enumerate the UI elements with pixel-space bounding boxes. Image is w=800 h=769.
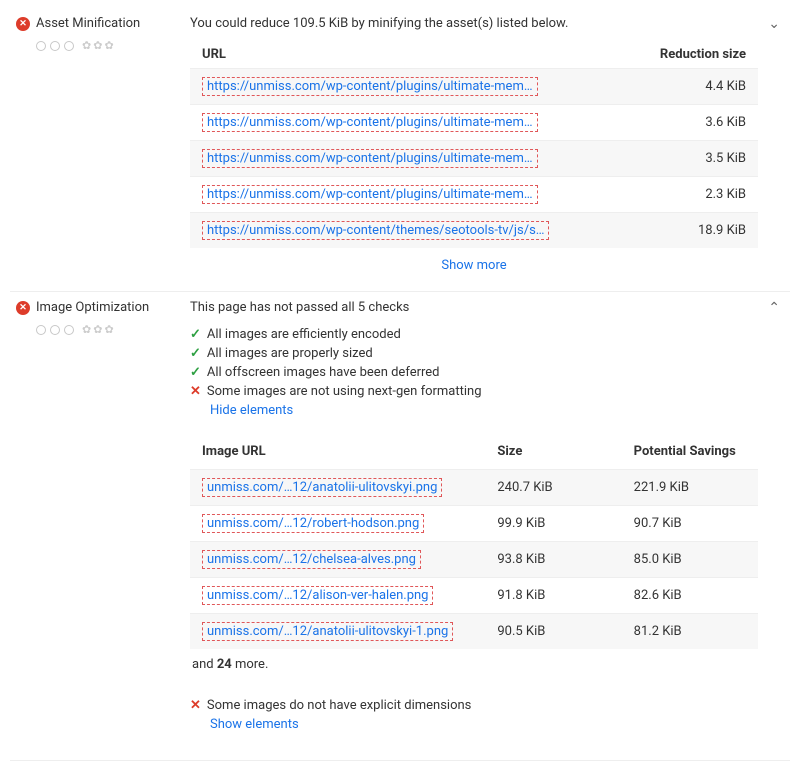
bottom-check-group: ✕ Some images do not have explicit dimen… bbox=[190, 696, 758, 742]
image-url-link[interactable]: unmiss.com/…12/anatolii-ulitovskyi-1.png bbox=[202, 622, 453, 641]
size-value: 240.7 KiB bbox=[485, 470, 621, 506]
gear-icon: ✿ bbox=[104, 39, 113, 52]
asset-url-link[interactable]: https://unmiss.com/wp-content/themes/seo… bbox=[202, 221, 549, 240]
status-dots bbox=[36, 41, 74, 51]
url-header: URL bbox=[190, 41, 606, 69]
x-icon: ✕ bbox=[190, 698, 201, 713]
dot-icon bbox=[50, 325, 60, 335]
gear-icon: ✿ bbox=[93, 323, 102, 336]
gear-group: ✿ ✿ ✿ bbox=[82, 39, 114, 52]
size-header: Size bbox=[485, 434, 621, 470]
error-status-icon: ✕ bbox=[16, 301, 30, 315]
error-status-icon: ✕ bbox=[16, 17, 30, 31]
summary-text: This page has not passed all 5 checks bbox=[190, 300, 758, 315]
table-row: unmiss.com/…12/anatolii-ulitovskyi-1.png… bbox=[190, 614, 758, 650]
check-icon: ✓ bbox=[190, 365, 201, 380]
table-row: unmiss.com/…12/anatolii-ulitovskyi.png 2… bbox=[190, 470, 758, 506]
table-row: unmiss.com/…12/chelsea-alves.png 93.8 Ki… bbox=[190, 542, 758, 578]
left-column: ✕ Image Optimization ✿ ✿ ✿ bbox=[10, 300, 190, 336]
dot-icon bbox=[64, 41, 74, 51]
right-column: You could reduce 109.5 KiB by minifying … bbox=[190, 16, 790, 273]
image-url-header: Image URL bbox=[190, 434, 485, 470]
table-row: https://unmiss.com/wp-content/plugins/ul… bbox=[190, 105, 758, 141]
check-text: All images are properly sized bbox=[207, 346, 373, 361]
check-item: ✓ All images are efficiently encoded bbox=[190, 325, 758, 344]
gear-icon: ✿ bbox=[82, 323, 91, 336]
image-table: Image URL Size Potential Savings unmiss.… bbox=[190, 434, 758, 649]
reduction-value: 3.6 KiB bbox=[606, 105, 758, 141]
check-text: Some images do not have explicit dimensi… bbox=[207, 698, 471, 713]
check-text: Some images are not using next-gen forma… bbox=[207, 384, 482, 399]
savings-value: 82.6 KiB bbox=[622, 578, 758, 614]
check-item: ✓ All images are properly sized bbox=[190, 344, 758, 363]
chevron-down-icon[interactable]: ⌄ bbox=[768, 16, 780, 32]
chevron-up-icon[interactable]: ⌃ bbox=[768, 300, 780, 316]
image-url-link[interactable]: unmiss.com/…12/anatolii-ulitovskyi.png bbox=[202, 478, 442, 497]
show-elements-link[interactable]: Show elements bbox=[210, 715, 758, 742]
savings-value: 81.2 KiB bbox=[622, 614, 758, 650]
status-dots bbox=[36, 325, 74, 335]
check-item: ✕ Some images are not using next-gen for… bbox=[190, 382, 758, 401]
savings-value: 221.9 KiB bbox=[622, 470, 758, 506]
savings-header: Potential Savings bbox=[622, 434, 758, 470]
reduction-value: 18.9 KiB bbox=[606, 213, 758, 249]
savings-value: 85.0 KiB bbox=[622, 542, 758, 578]
savings-value: 90.7 KiB bbox=[622, 506, 758, 542]
show-more-link[interactable]: Show more bbox=[190, 248, 758, 273]
dot-icon bbox=[36, 41, 46, 51]
size-value: 93.8 KiB bbox=[485, 542, 621, 578]
and-more-count: 24 bbox=[217, 657, 232, 672]
and-more-text: and 24 more. bbox=[190, 649, 758, 680]
image-url-link[interactable]: unmiss.com/…12/chelsea-alves.png bbox=[202, 550, 421, 569]
hide-elements-link[interactable]: Hide elements bbox=[210, 401, 758, 428]
dot-icon bbox=[36, 325, 46, 335]
check-item: ✕ Some images do not have explicit dimen… bbox=[190, 696, 758, 715]
image-optimization-section: ✕ Image Optimization ✿ ✿ ✿ This page has… bbox=[10, 292, 790, 761]
checks-list: ✓ All images are efficiently encoded ✓ A… bbox=[190, 325, 758, 428]
and-more-suffix: more. bbox=[232, 657, 269, 672]
left-column: ✕ Asset Minification ✿ ✿ ✿ bbox=[10, 16, 190, 52]
table-row: https://unmiss.com/wp-content/plugins/ul… bbox=[190, 177, 758, 213]
check-item: ✓ All offscreen images have been deferre… bbox=[190, 363, 758, 382]
size-value: 99.9 KiB bbox=[485, 506, 621, 542]
section-title: Asset Minification bbox=[36, 16, 140, 31]
table-row: https://unmiss.com/wp-content/themes/seo… bbox=[190, 213, 758, 249]
check-icon: ✓ bbox=[190, 346, 201, 361]
gear-icon: ✿ bbox=[104, 323, 113, 336]
image-url-link[interactable]: unmiss.com/…12/alison-ver-halen.png bbox=[202, 586, 433, 605]
asset-url-link[interactable]: https://unmiss.com/wp-content/plugins/ul… bbox=[202, 77, 538, 96]
section-header: ✕ Image Optimization bbox=[16, 300, 174, 315]
x-icon: ✕ bbox=[190, 384, 201, 399]
asset-minification-section: ✕ Asset Minification ✿ ✿ ✿ You could red… bbox=[10, 8, 790, 292]
reduction-header: Reduction size bbox=[606, 41, 758, 69]
and-more-prefix: and bbox=[192, 657, 217, 672]
gear-group: ✿ ✿ ✿ bbox=[82, 323, 114, 336]
table-row: unmiss.com/…12/alison-ver-halen.png 91.8… bbox=[190, 578, 758, 614]
check-text: All images are efficiently encoded bbox=[207, 327, 401, 342]
table-row: https://unmiss.com/wp-content/plugins/ul… bbox=[190, 141, 758, 177]
asset-url-link[interactable]: https://unmiss.com/wp-content/plugins/ul… bbox=[202, 185, 538, 204]
dot-icon bbox=[50, 41, 60, 51]
table-row: unmiss.com/…12/robert-hodson.png 99.9 Ki… bbox=[190, 506, 758, 542]
dot-icon bbox=[64, 325, 74, 335]
table-row: https://unmiss.com/wp-content/plugins/ul… bbox=[190, 69, 758, 105]
size-value: 90.5 KiB bbox=[485, 614, 621, 650]
minification-table: URL Reduction size https://unmiss.com/wp… bbox=[190, 41, 758, 248]
section-header: ✕ Asset Minification bbox=[16, 16, 174, 31]
section-title: Image Optimization bbox=[36, 300, 149, 315]
gear-icon: ✿ bbox=[93, 39, 102, 52]
summary-text: You could reduce 109.5 KiB by minifying … bbox=[190, 16, 758, 31]
reduction-value: 4.4 KiB bbox=[606, 69, 758, 105]
asset-url-link[interactable]: https://unmiss.com/wp-content/plugins/ul… bbox=[202, 113, 538, 132]
reduction-value: 2.3 KiB bbox=[606, 177, 758, 213]
right-column: This page has not passed all 5 checks ✓ … bbox=[190, 300, 790, 742]
check-text: All offscreen images have been deferred bbox=[207, 365, 440, 380]
reduction-value: 3.5 KiB bbox=[606, 141, 758, 177]
image-url-link[interactable]: unmiss.com/…12/robert-hodson.png bbox=[202, 514, 424, 533]
size-value: 91.8 KiB bbox=[485, 578, 621, 614]
gear-icon: ✿ bbox=[82, 39, 91, 52]
asset-url-link[interactable]: https://unmiss.com/wp-content/plugins/ul… bbox=[202, 149, 538, 168]
check-icon: ✓ bbox=[190, 327, 201, 342]
